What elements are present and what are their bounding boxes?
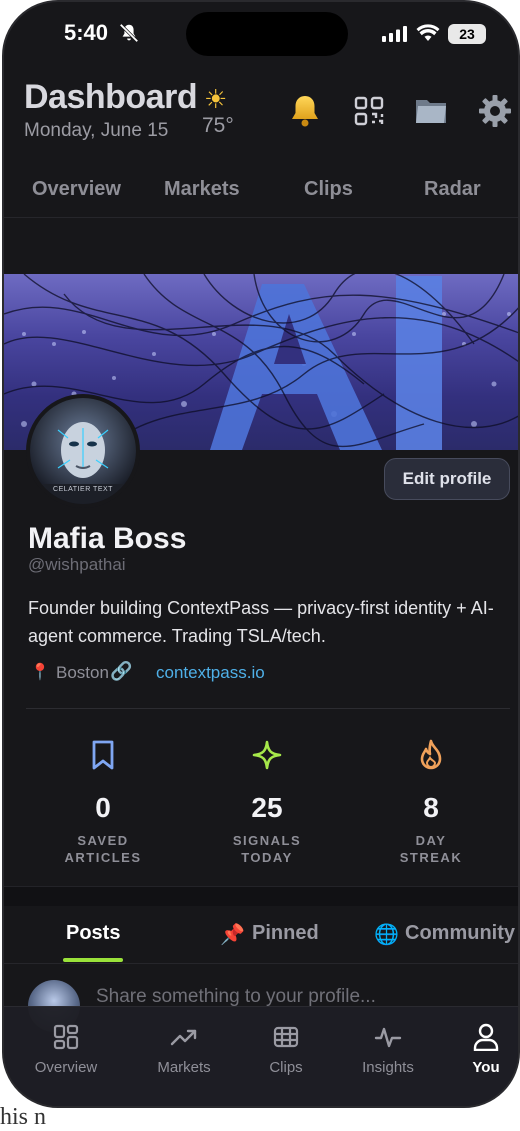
status-bar: 5:40 23 (4, 2, 518, 62)
stat-day-streak[interactable]: 8 DAY STREAK (356, 738, 506, 866)
wifi-icon (416, 24, 440, 41)
nav-you[interactable]: You (436, 1023, 518, 1076)
profile-handle: @wishpathai (28, 558, 126, 574)
dynamic-island (186, 12, 348, 56)
settings-gear-icon[interactable] (476, 92, 514, 130)
user-icon (436, 1023, 518, 1051)
profile-bio: Founder building ContextPass — privacy-f… (28, 598, 494, 646)
tab-overview[interactable]: Overview (32, 178, 121, 201)
location-pin-icon: 📍 (30, 664, 50, 681)
bottom-navigation: Overview Markets Clips Insights You (4, 1006, 518, 1106)
divider (26, 708, 510, 709)
tab-community[interactable]: Community (405, 922, 515, 945)
tab-pinned[interactable]: Pinned (252, 922, 319, 945)
temperature: 75° (202, 114, 234, 137)
background-text: his n (0, 1104, 47, 1130)
stat-value: 0 (95, 792, 111, 823)
folder-icon[interactable] (412, 92, 450, 130)
stat-label: SAVED ARTICLES (64, 833, 142, 865)
composer-input[interactable]: Share something to your profile... (96, 986, 376, 1008)
avatar-caption: CELATIER TEXT (53, 486, 113, 493)
profile-name: Mafia Boss (28, 522, 187, 555)
bookmark-icon (28, 738, 178, 772)
stat-label: DAY STREAK (399, 833, 463, 865)
pushpin-icon: 📌 (220, 924, 245, 946)
tab-clips[interactable]: Clips (304, 178, 353, 201)
active-tab-indicator (63, 958, 123, 962)
nav-label: Insights (362, 1059, 414, 1076)
nav-overview[interactable]: Overview (16, 1023, 116, 1076)
battery-indicator: 23 (448, 24, 486, 44)
nav-markets[interactable]: Markets (134, 1023, 234, 1076)
section-separator (4, 886, 518, 906)
tab-posts[interactable]: Posts (66, 922, 120, 945)
stat-saved-articles[interactable]: 0 SAVED ARTICLES (28, 738, 178, 866)
header-date: Monday, June 15 (24, 120, 169, 141)
flame-icon (356, 738, 506, 772)
stat-signals-today[interactable]: 25 SIGNALS TODAY (192, 738, 342, 866)
stat-value: 8 (423, 792, 439, 823)
page-title: Dashboard (24, 78, 198, 116)
nav-label: Markets (157, 1059, 211, 1076)
tab-radar[interactable]: Radar (424, 178, 481, 201)
cellular-signal-icon (382, 26, 407, 42)
nav-label: You (472, 1059, 500, 1076)
profile-avatar[interactable]: CELATIER TEXT (26, 394, 140, 508)
profile-tab-bar: Posts 📌 Pinned 🌐 Community (4, 906, 518, 964)
activity-pulse-icon (338, 1023, 438, 1051)
nav-clips[interactable]: Clips (236, 1023, 336, 1076)
sparkle-icon (192, 738, 342, 772)
qr-code-icon[interactable] (350, 92, 388, 130)
status-time: 5:40 (64, 20, 109, 45)
globe-icon: 🌐 (374, 924, 399, 946)
profile-website-link[interactable]: contextpass.io (156, 663, 265, 683)
trending-up-icon (134, 1023, 234, 1051)
stat-value: 25 (251, 792, 283, 823)
grid-icon (16, 1023, 116, 1051)
notifications-bell-icon[interactable] (286, 92, 324, 130)
stat-label: SIGNALS TODAY (232, 833, 302, 865)
edit-profile-button[interactable]: Edit profile (384, 458, 510, 500)
profile-location: Boston (56, 663, 109, 682)
sun-icon: ☀ (204, 84, 228, 114)
film-icon (236, 1023, 336, 1051)
nav-label: Overview (34, 1059, 98, 1076)
phone-frame: 5:40 23 Dashboard ☀ Monday, June 15 75° (2, 0, 520, 1108)
nav-label: Clips (269, 1059, 303, 1076)
nav-insights[interactable]: Insights (338, 1023, 438, 1076)
silent-bell-icon (119, 23, 139, 43)
top-tab-bar: Overview Markets Clips Radar (4, 162, 518, 218)
link-icon: 🔗 (110, 661, 133, 681)
tab-markets[interactable]: Markets (164, 178, 240, 201)
